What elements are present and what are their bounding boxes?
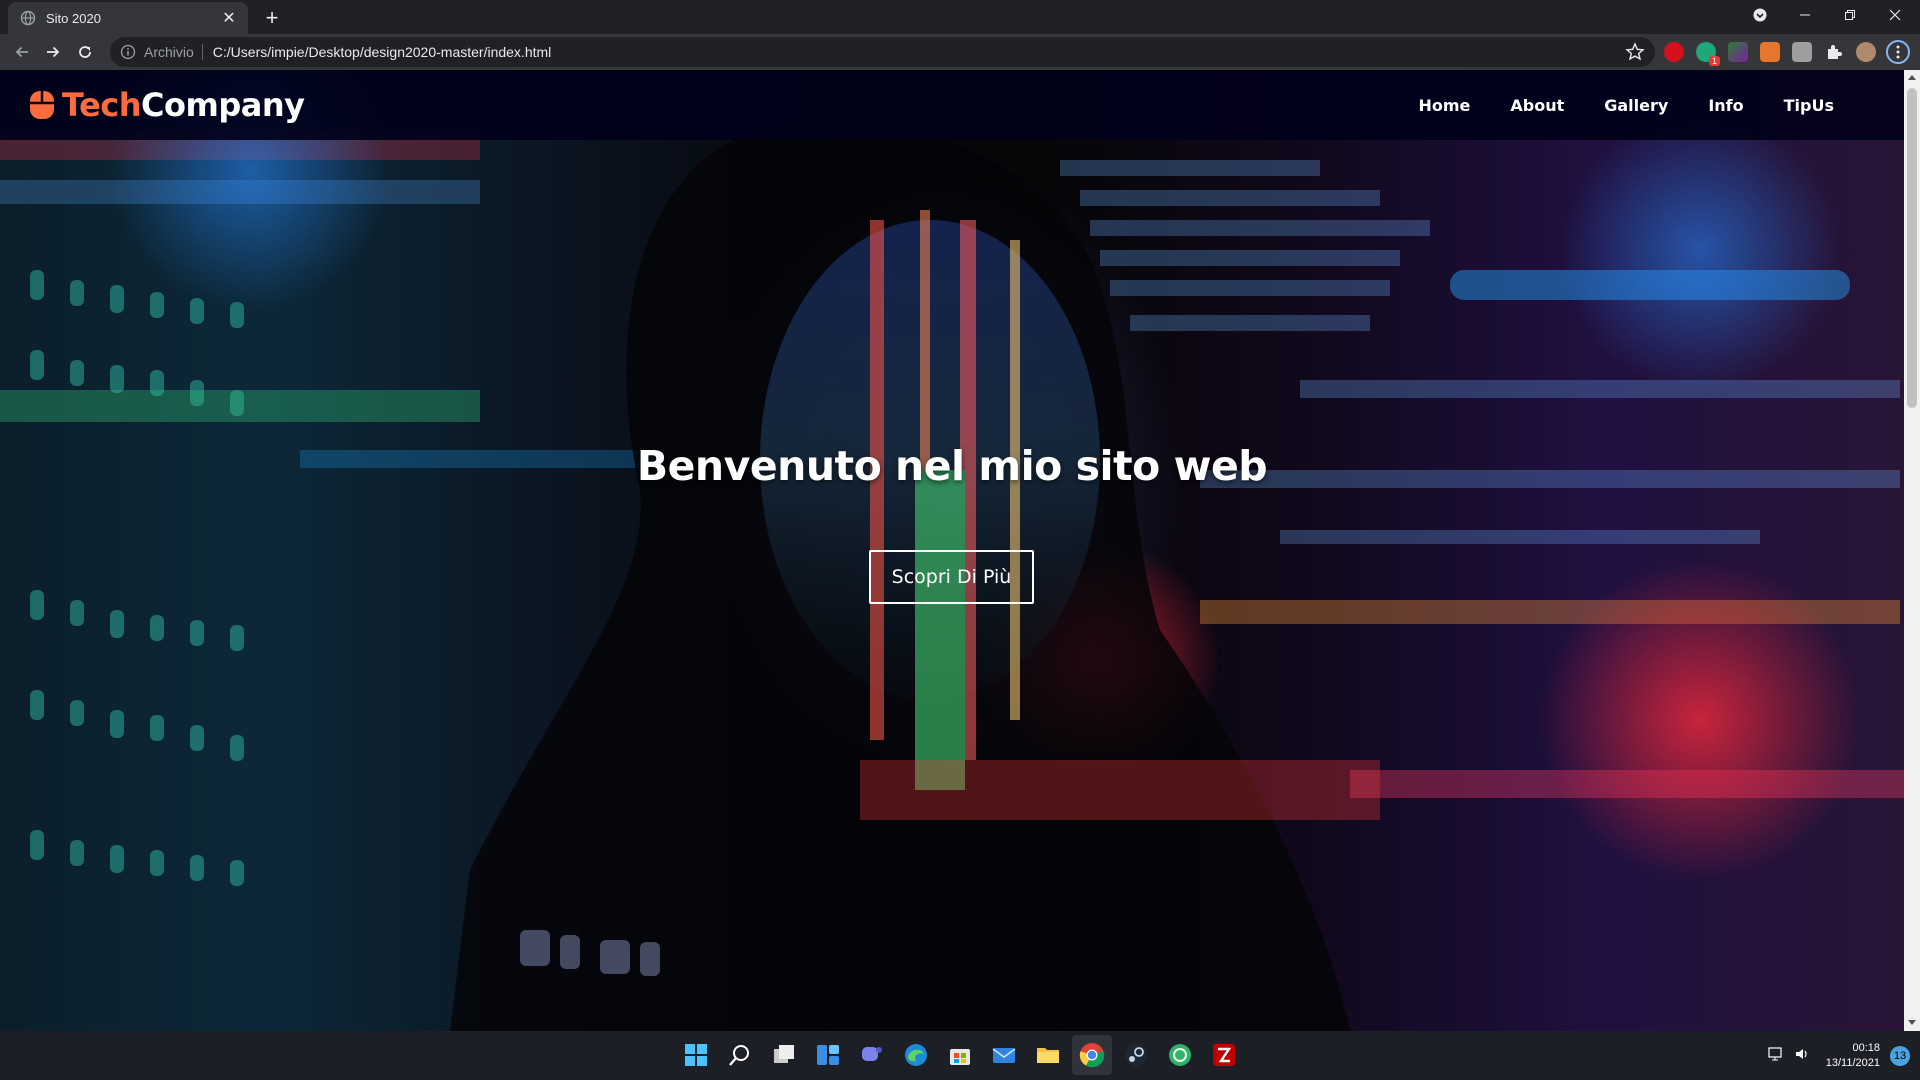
extension-image-icon[interactable] [1728, 42, 1748, 62]
browser-tabstrip: Sito 2020 ✕ + [0, 0, 1920, 34]
app-icon[interactable] [1166, 1041, 1194, 1069]
task-view-icon[interactable] [770, 1041, 798, 1069]
restore-icon[interactable] [1830, 0, 1870, 30]
taskbar: 00:18 13/11/2021 13 [0, 1031, 1920, 1080]
search-icon[interactable] [726, 1041, 754, 1069]
widgets-icon[interactable] [814, 1041, 842, 1069]
reload-icon[interactable] [71, 38, 99, 66]
scroll-up-icon[interactable] [1908, 75, 1916, 80]
tab-search-icon[interactable] [1747, 0, 1773, 30]
chrome-icon[interactable] [1072, 1035, 1112, 1075]
back-icon[interactable] [8, 38, 36, 66]
site-navbar: Tech Company Home About Gallery Info TipU… [0, 70, 1904, 140]
extension-k-icon[interactable] [1792, 42, 1812, 62]
file-explorer-icon[interactable] [1034, 1041, 1062, 1069]
volume-icon[interactable] [1794, 1046, 1810, 1065]
extension-metamask-icon[interactable] [1760, 42, 1780, 62]
minimize-icon[interactable] [1785, 0, 1825, 30]
menu-kebab-icon[interactable] [1886, 40, 1910, 64]
nav-home[interactable]: Home [1418, 96, 1470, 115]
logo-icon [30, 91, 54, 119]
notification-badge[interactable]: 13 [1890, 1045, 1910, 1066]
bookmark-star-icon[interactable] [1625, 42, 1645, 62]
scrollbar-thumb[interactable] [1907, 88, 1917, 408]
browser-tab[interactable]: Sito 2020 ✕ [8, 2, 248, 34]
extension-badge: 1 [1708, 56, 1720, 66]
web-page: Tech Company Home About Gallery Info TipU… [0, 70, 1904, 1031]
logo-text-tech: Tech [62, 86, 142, 124]
nav-about[interactable]: About [1510, 96, 1564, 115]
page-scrollbar[interactable] [1904, 70, 1920, 1031]
nav-gallery[interactable]: Gallery [1604, 96, 1668, 115]
cta-button[interactable]: Scopri Di Più [869, 550, 1034, 604]
nav-info[interactable]: Info [1708, 96, 1743, 115]
extensions-puzzle-icon[interactable] [1824, 42, 1844, 62]
scroll-down-icon[interactable] [1908, 1020, 1916, 1025]
extension-grammar-icon[interactable]: 1 [1696, 42, 1720, 66]
steam-icon[interactable] [1122, 1041, 1150, 1069]
new-tab-button[interactable]: + [258, 4, 286, 32]
teams-chat-icon[interactable] [858, 1041, 886, 1069]
filezilla-icon[interactable] [1210, 1041, 1238, 1069]
info-icon[interactable] [120, 44, 136, 60]
close-tab-icon[interactable]: ✕ [220, 9, 238, 27]
logo-text-company: Company [141, 86, 305, 124]
tab-title: Sito 2020 [46, 10, 101, 26]
clock[interactable]: 00:18 13/11/2021 [1826, 1041, 1880, 1071]
site-logo[interactable]: Tech Company [28, 84, 305, 126]
system-tray: 00:18 13/11/2021 13 [1768, 1031, 1910, 1080]
profile-avatar-icon[interactable] [1856, 42, 1876, 62]
security-chip[interactable]: Archivio [144, 44, 203, 60]
extension-adblock-icon[interactable] [1664, 42, 1684, 62]
globe-icon [20, 10, 36, 26]
clock-date: 13/11/2021 [1825, 1056, 1880, 1069]
network-icon[interactable] [1768, 1046, 1784, 1065]
browser-toolbar: Archivio C:/Users/impie/Desktop/design20… [0, 34, 1920, 70]
close-window-icon[interactable] [1875, 0, 1915, 30]
mail-icon[interactable] [990, 1041, 1018, 1069]
store-icon[interactable] [946, 1041, 974, 1069]
address-bar[interactable]: Archivio C:/Users/impie/Desktop/design20… [110, 37, 1655, 67]
site-nav: Home About Gallery Info TipUs [1378, 70, 1834, 140]
nav-tipus[interactable]: TipUs [1784, 96, 1834, 115]
clock-time: 00:18 [1852, 1041, 1880, 1054]
url-text[interactable]: C:/Users/impie/Desktop/design2020-master… [213, 44, 551, 60]
forward-icon[interactable] [39, 38, 67, 66]
hero-title: Benvenuto nel mio sito web [636, 442, 1268, 490]
edge-icon[interactable] [902, 1041, 930, 1069]
start-icon[interactable] [682, 1041, 710, 1069]
